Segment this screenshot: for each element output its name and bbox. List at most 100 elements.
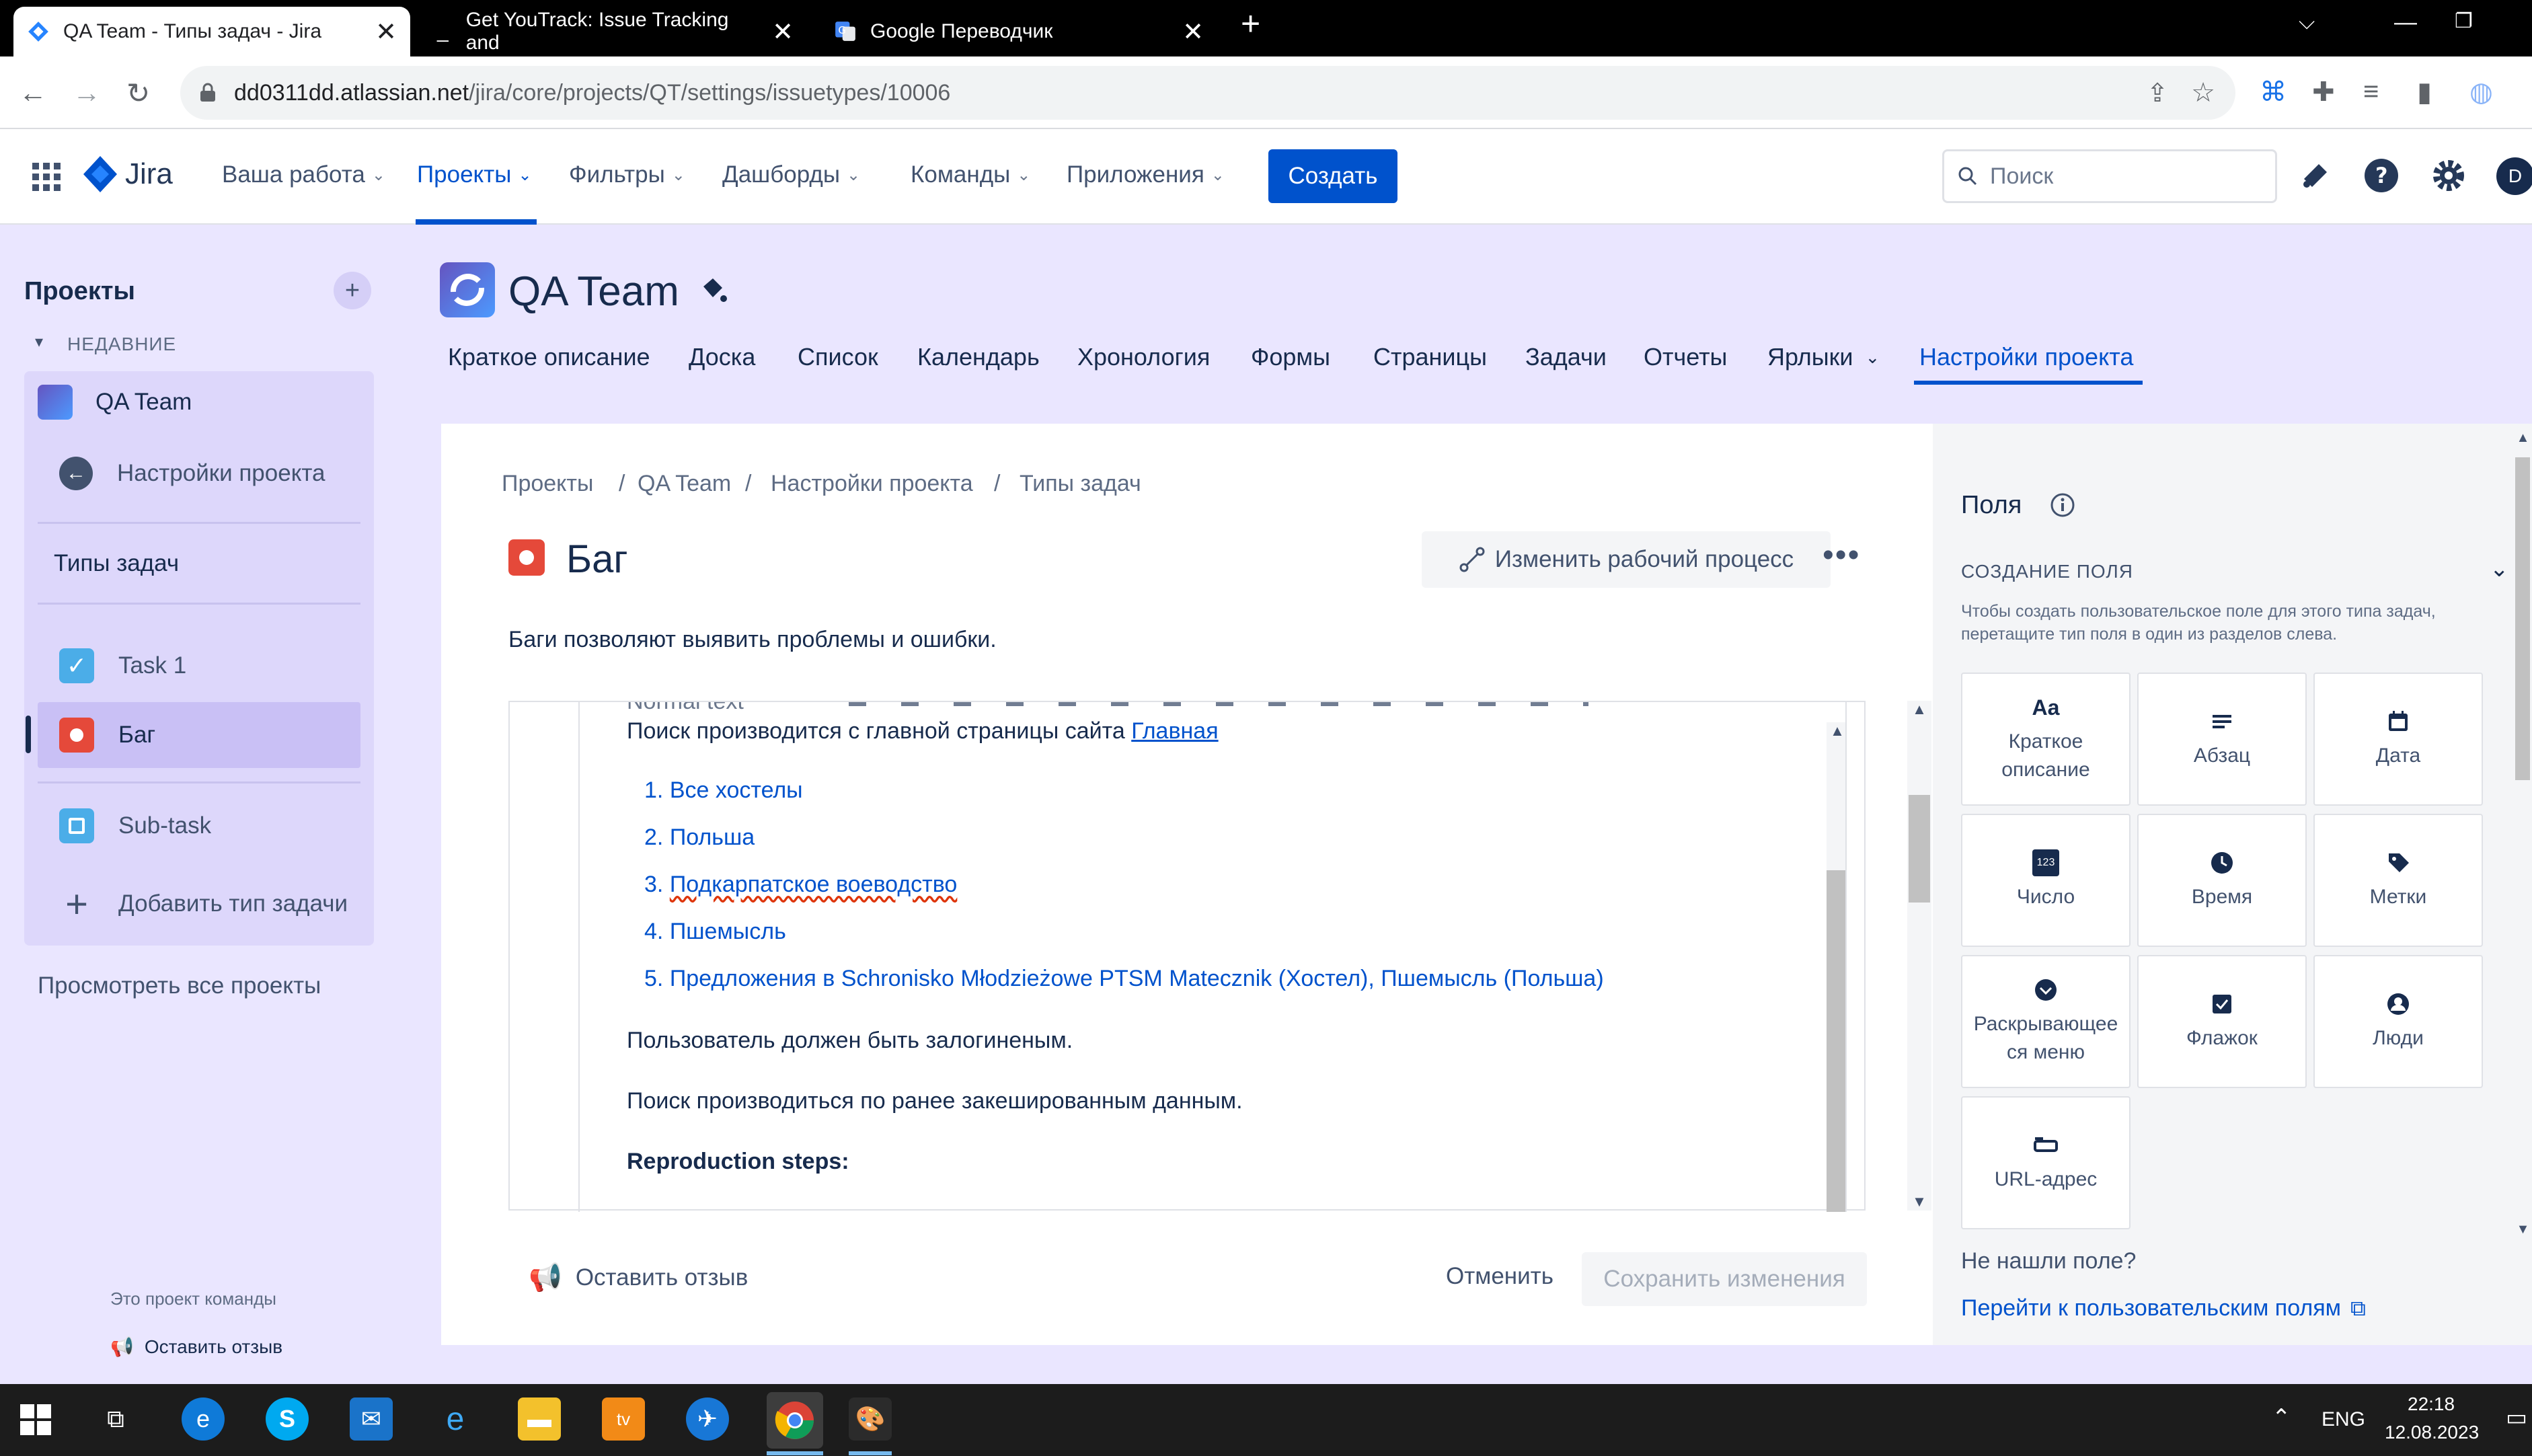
skype-icon[interactable]: S [266, 1397, 309, 1441]
nav-your-work[interactable]: Ваша работа ⌄ [222, 161, 385, 188]
file-explorer-icon[interactable]: ▬ [518, 1397, 561, 1441]
tab-issues[interactable]: Задачи [1525, 343, 1607, 371]
editor-toolbar-icons[interactable] [849, 702, 1588, 706]
search-input[interactable]: Поиск [1942, 149, 2277, 203]
field-tile-paragraph[interactable]: Абзац [2137, 673, 2307, 806]
info-icon[interactable] [2050, 492, 2075, 518]
restore-icon[interactable]: ❐ [2455, 9, 2473, 33]
list-link[interactable]: Пшемысль [670, 919, 786, 944]
scroll-up-icon[interactable]: ▲ [1907, 701, 1931, 718]
custom-fields-link[interactable]: Перейти к пользовательским полям ⧉ [1961, 1295, 2366, 1321]
browser-tab-youtrack[interactable]: _ Get YouTrack: Issue Tracking and ✕ [424, 7, 807, 56]
tab-list[interactable]: Список [798, 343, 878, 371]
chrome-icon[interactable] [767, 1392, 823, 1449]
translate-extension-icon[interactable]: ⌘ [2260, 77, 2287, 108]
add-issue-type-button[interactable]: + Добавить тип задачи [38, 872, 360, 936]
leave-feedback-button[interactable]: 📢 Оставить отзыв [529, 1262, 748, 1293]
list-link[interactable]: Подкарпатское воеводство [670, 872, 958, 897]
save-changes-button[interactable]: Сохранить изменения [1582, 1252, 1867, 1306]
chevron-down-icon[interactable]: ⌵ [2299, 9, 2315, 35]
home-link[interactable]: Главная [1131, 718, 1218, 744]
avatar[interactable]: D [2496, 157, 2532, 195]
paint-bucket-icon[interactable] [698, 274, 729, 305]
close-icon[interactable]: ✕ [375, 17, 397, 47]
chevron-up-icon[interactable]: ⌃ [2272, 1404, 2291, 1431]
extensions-puzzle-icon[interactable]: ✚ [2312, 77, 2335, 108]
more-actions-icon[interactable]: ••• [1823, 537, 1860, 574]
scroll-down-icon[interactable]: ▼ [2514, 1222, 2532, 1237]
close-icon[interactable]: ✕ [1182, 17, 1204, 47]
tab-board[interactable]: Доска [689, 343, 755, 371]
language-indicator[interactable]: ENG [2322, 1408, 2365, 1431]
browser-tab-jira[interactable]: QA Team - Типы задач - Jira ✕ [13, 7, 410, 56]
scrollbar-thumb[interactable] [1827, 870, 1845, 1212]
field-tile-time[interactable]: Время [2137, 814, 2307, 947]
fields-panel-scrollbar[interactable]: ▲ ▼ [2514, 430, 2532, 1237]
nav-dashboards[interactable]: Дашборды ⌄ [722, 161, 860, 188]
breadcrumb-project-settings[interactable]: Настройки проекта [771, 471, 973, 497]
jira-logo[interactable]: Jira [83, 156, 173, 192]
windows-start-icon[interactable] [20, 1404, 51, 1435]
list-link[interactable]: Все хостелы [670, 777, 803, 803]
field-tile-people[interactable]: Люди [2313, 955, 2483, 1088]
field-tile-short-text[interactable]: Aa Краткое описание [1961, 673, 2131, 806]
list-link[interactable]: Предложения в Schronisko Młodzieżowe PTS… [670, 966, 1604, 991]
tab-summary[interactable]: Краткое описание [448, 343, 650, 371]
sidebar-item-task-1[interactable]: ✓ Task 1 [38, 635, 360, 697]
tab-shortcuts[interactable]: Ярлыки ⌄ [1767, 343, 1880, 371]
nav-teams[interactable]: Команды ⌄ [911, 161, 1030, 188]
breadcrumb-projects[interactable]: Проекты [502, 471, 593, 497]
notifications-icon[interactable]: ▭ [2506, 1404, 2527, 1431]
field-tile-url[interactable]: URL-адрес [1961, 1096, 2131, 1229]
share-icon[interactable]: ⇪ [2147, 78, 2168, 108]
task-view-icon[interactable]: ⧉ [94, 1397, 137, 1441]
profile-icon[interactable]: ◍ [2469, 77, 2493, 108]
field-tile-date[interactable]: Дата [2313, 673, 2483, 806]
back-to-settings-link[interactable]: ← Настройки проекта [38, 441, 360, 506]
sidebar-project-qa-team[interactable]: QA Team [24, 371, 347, 433]
tab-project-settings[interactable]: Настройки проекта [1919, 343, 2133, 371]
clock-date[interactable]: 12.08.2023 [2385, 1422, 2479, 1443]
nav-apps[interactable]: Приложения ⌄ [1067, 161, 1225, 188]
tv-app-icon[interactable]: tv [602, 1397, 645, 1441]
cancel-button[interactable]: Отменить [1446, 1263, 1553, 1290]
tab-timeline[interactable]: Хронология [1077, 343, 1210, 371]
forward-icon[interactable]: → [73, 77, 101, 109]
scrollbar-thumb[interactable] [2515, 457, 2530, 780]
field-tile-dropdown[interactable]: Раскрывающее ся меню [1961, 955, 2131, 1088]
field-tile-labels[interactable]: Метки [2313, 814, 2483, 947]
editor-content[interactable]: Normal text Поиск производится с главной… [578, 702, 1847, 1212]
close-icon[interactable]: ✕ [772, 17, 794, 47]
scroll-down-icon[interactable]: ▼ [1907, 1193, 1931, 1211]
reload-icon[interactable]: ↻ [126, 77, 150, 110]
clock-time[interactable]: 22:18 [2408, 1393, 2455, 1415]
chevron-down-icon[interactable]: ▾ [35, 332, 43, 352]
field-tile-checkbox[interactable]: Флажок [2137, 955, 2307, 1088]
template-editor[interactable]: Normal text Поиск производится с главной… [508, 701, 1866, 1212]
add-project-button[interactable]: + [334, 272, 371, 309]
app-switcher-icon[interactable] [32, 163, 61, 191]
edge-icon[interactable]: e [182, 1397, 225, 1441]
notifications-icon[interactable] [2299, 159, 2332, 192]
create-button[interactable]: Создать [1268, 149, 1397, 203]
issue-type-title[interactable]: Баг [566, 537, 627, 582]
back-icon[interactable]: ← [19, 77, 47, 109]
paint-app-icon[interactable]: 🎨 [849, 1397, 892, 1441]
tab-pages[interactable]: Страницы [1373, 343, 1487, 371]
scrollbar-thumb[interactable] [1909, 795, 1930, 903]
bookmark-star-icon[interactable]: ☆ [2191, 77, 2215, 108]
sidebar-item-bug[interactable]: Баг [26, 702, 360, 768]
new-tab-icon[interactable]: + [1241, 4, 1260, 43]
nav-projects[interactable]: Проекты ⌄ [417, 161, 532, 188]
sidebar-item-sub-task[interactable]: Sub-task [38, 794, 360, 858]
browser-tab-translate[interactable]: G Google Переводчик ✕ [820, 7, 1217, 56]
breadcrumb-issue-types[interactable]: Типы задач [1020, 471, 1141, 497]
reading-list-icon[interactable]: ≡ [2363, 77, 2379, 107]
chevron-down-icon[interactable]: ⌄ [2490, 555, 2509, 582]
sidebar-feedback-link[interactable]: 📢 Оставить отзыв [110, 1336, 282, 1358]
internet-explorer-icon[interactable]: e [434, 1397, 477, 1441]
side-panel-icon[interactable]: ▮ [2417, 77, 2432, 108]
tab-reports[interactable]: Отчеты [1644, 343, 1727, 371]
card-scrollbar[interactable]: ▲ ▼ [1907, 701, 1931, 1211]
help-icon[interactable]: ? [2363, 157, 2400, 194]
